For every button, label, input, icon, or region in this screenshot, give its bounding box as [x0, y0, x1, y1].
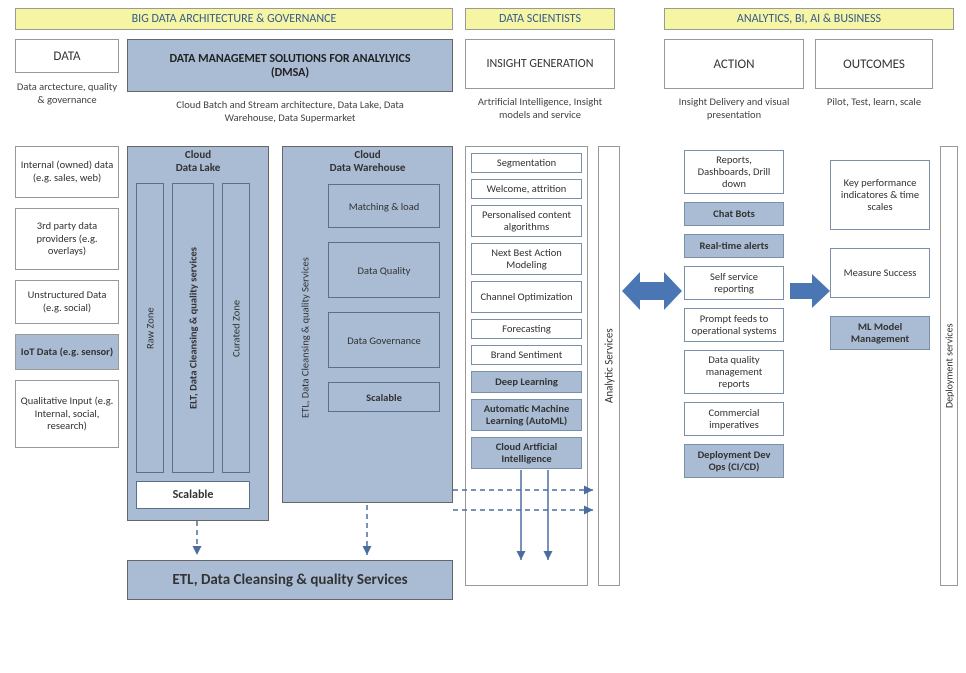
data-source-4: Qualitative Input (e.g. Internal, social… [15, 380, 119, 448]
wh-box-1: Data Quality [328, 242, 440, 298]
insight-item-9: Cloud Artficial Intelligence [471, 437, 582, 469]
cloud-wh-title: Cloud Data Warehouse [283, 147, 452, 178]
title-outcomes: OUTCOMES [815, 39, 933, 89]
title-dmsa-line1: DATA MANAGEMET SOLUTIONS FOR ANALYLYICS [169, 52, 410, 66]
title-dmsa-line2: (DMSA) [271, 66, 309, 80]
data-source-3: IoT Data (e.g. sensor) [15, 334, 119, 370]
title-dmsa: DATA MANAGEMET SOLUTIONS FOR ANALYLYICS … [127, 39, 453, 92]
pill-dashed-arrows [453, 470, 623, 590]
data-source-0: Internal (owned) data (e.g. sales, web) [15, 146, 119, 198]
header-analytics: ANALYTICS, BI, AI & BUSINESS [664, 8, 954, 30]
sub-outcomes: Pilot, Test, learn, scale [815, 95, 933, 108]
outcome-item-2: ML Model Management [830, 316, 930, 350]
insight-item-0: Segmentation [471, 153, 582, 173]
wh-box-0: Matching & load [328, 184, 440, 228]
data-source-1: 3rd party data providers (e.g. overlays) [15, 208, 119, 270]
insight-item-1: Welcome, attrition [471, 179, 582, 199]
wh-etl: ETL, Data Cleansing & quality Services [291, 183, 319, 493]
sub-data: Data arctecture, quality & governance [15, 80, 119, 106]
outcome-item-1: Measure Success [830, 248, 930, 298]
header-bigdata: BIG DATA ARCHITECTURE & GOVERNANCE [15, 8, 453, 30]
curated-zone: Curated Zone [222, 183, 250, 473]
title-data: DATA [15, 39, 119, 73]
insight-item-5: Forecasting [471, 319, 582, 339]
insight-item-7: Deep Learning [471, 371, 582, 393]
action-item-7: Deployment Dev Ops (CI/CD) [684, 444, 784, 478]
action-item-1: Chat Bots [684, 202, 784, 226]
cloud-lake-title: Cloud Data Lake [128, 147, 268, 178]
cloud-data-lake: Cloud Data Lake Raw Zone ELT, Data Clean… [127, 146, 269, 521]
raw-zone: Raw Zone [136, 183, 164, 473]
insight-item-3: Next Best Action Modeling [471, 243, 582, 275]
etl-bar: ETL, Data Cleansing & quality Services [127, 560, 453, 600]
action-item-2: Real-time alerts [684, 234, 784, 258]
header-scientists: DATA SCIENTISTS [465, 8, 615, 30]
title-action: ACTION [664, 39, 804, 89]
insight-item-6: Brand Sentiment [471, 345, 582, 365]
sub-dmsa: Cloud Batch and Stream architecture, Dat… [155, 98, 425, 124]
sub-action: Insight Delivery and visual presentation [664, 95, 804, 121]
wh-box-2: Data Governance [328, 312, 440, 368]
action-item-3: Self service reporting [684, 266, 784, 300]
dashed-arrows [127, 505, 453, 565]
data-source-2: Unstructured Data (e.g. social) [15, 280, 119, 324]
action-item-0: Reports, Dashboards, Drill down [684, 150, 784, 194]
deployment-services: Deployment services [940, 146, 958, 586]
action-item-4: Prompt feeds to operational systems [684, 308, 784, 342]
insight-item-4: Channel Optimization [471, 281, 582, 313]
double-arrow-icon [622, 260, 682, 322]
wh-box-3: Scalable [328, 382, 440, 412]
arrow-right-icon [790, 272, 830, 310]
insight-item-2: Personalised content algorithms [471, 205, 582, 237]
title-insight: INSIGHT GENERATION [465, 39, 615, 89]
action-item-5: Data quality management reports [684, 350, 784, 394]
sub-insight: Artrificial Intelligence, Insight models… [465, 95, 615, 121]
outcome-item-0: Key performance indicatores & time scale… [830, 160, 930, 230]
insight-item-8: Automatic Machine Learning (AutoML) [471, 399, 582, 431]
action-item-6: Commercial imperatives [684, 402, 784, 436]
elt-services: ELT, Data Cleansing & quality services [172, 183, 214, 473]
